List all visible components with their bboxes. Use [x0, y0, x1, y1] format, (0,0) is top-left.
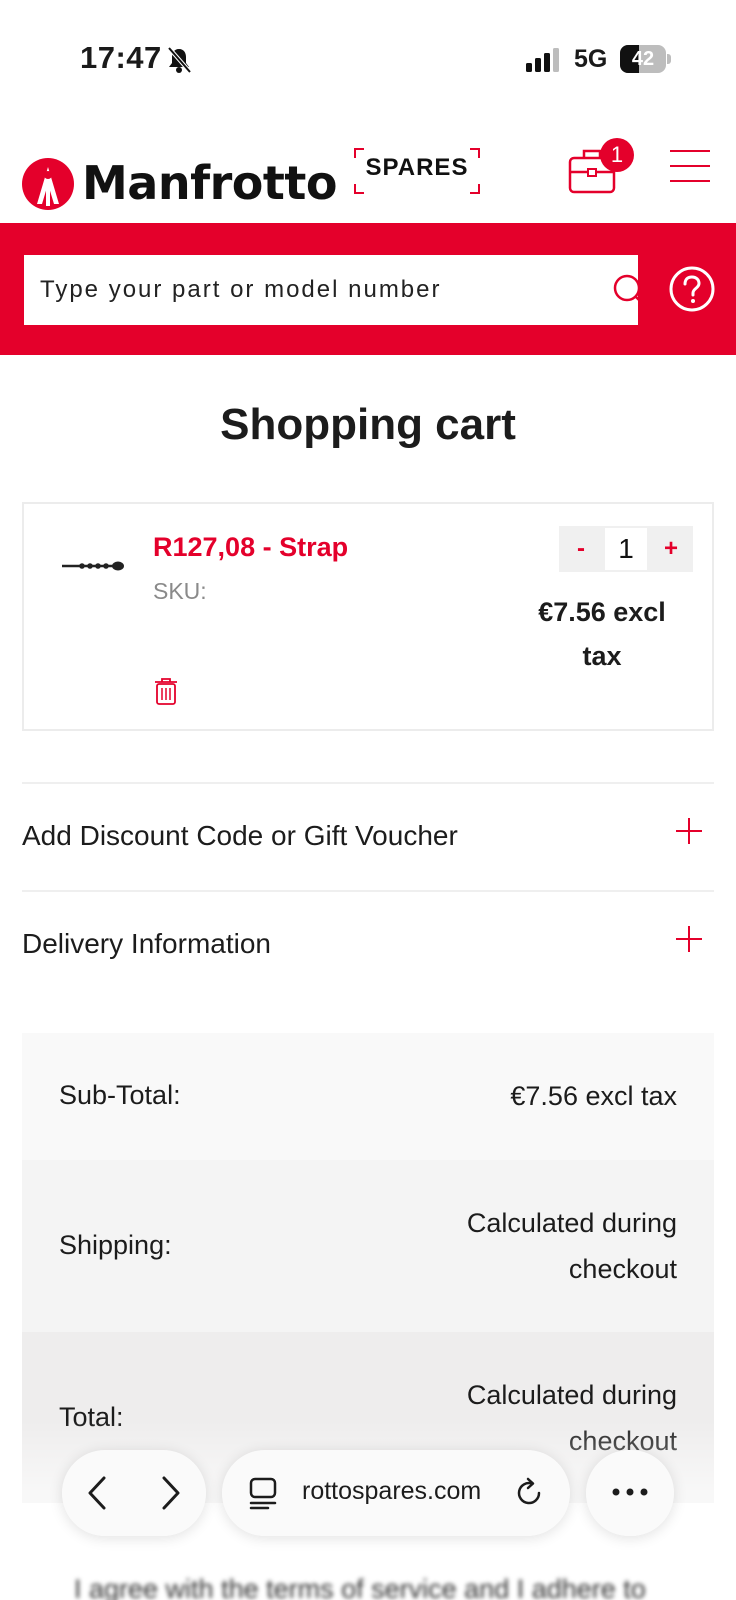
battery-icon: 42 — [620, 45, 671, 73]
browser-nav-controls — [62, 1450, 206, 1536]
page-title: Shopping cart — [220, 400, 516, 449]
search-field — [24, 255, 649, 325]
reload-icon[interactable] — [512, 1476, 546, 1510]
forward-arrow-icon[interactable] — [152, 1474, 188, 1512]
status-bar: 17:47 5G 42 — [0, 0, 736, 120]
item-price-line1: €7.56 excl — [538, 597, 666, 627]
subtotal-value: €7.56 excl tax — [510, 1081, 677, 1111]
quantity-decrease-button[interactable]: - — [559, 526, 603, 572]
url-text[interactable]: rottospares.com — [302, 1477, 512, 1506]
more-button[interactable] — [586, 1450, 674, 1536]
search-icon[interactable] — [610, 271, 650, 311]
back-arrow-icon[interactable] — [80, 1474, 116, 1512]
quantity-value[interactable]: 1 — [605, 528, 647, 570]
logo-text[interactable]: Manfrotto — [82, 156, 337, 210]
cart-item: R127,08 - Strap SKU: - 1 + €7.56 excl ta… — [22, 502, 714, 731]
search-input[interactable] — [24, 255, 584, 325]
quantity-increase-button[interactable]: + — [649, 526, 693, 572]
address-bar[interactable]: rottospares.com — [222, 1450, 570, 1536]
discount-accordion[interactable]: Add Discount Code or Gift Voucher — [22, 782, 714, 888]
menu-icon — [670, 150, 710, 152]
plus-icon[interactable] — [676, 818, 702, 844]
site-header: Manfrotto SPARES 1 — [0, 130, 736, 223]
menu-button[interactable] — [670, 150, 712, 184]
battery-percent: 42 — [631, 48, 655, 70]
item-price: €7.56 excl tax — [512, 590, 692, 678]
more-icon — [612, 1488, 648, 1496]
item-name-link[interactable]: R127,08 - Strap — [153, 532, 348, 563]
spares-label: SPARES — [365, 154, 469, 181]
delivery-accordion[interactable]: Delivery Information — [22, 890, 714, 996]
shipping-value-line1: Calculated during — [466, 1208, 677, 1238]
total-value-line1: Calculated during — [466, 1380, 677, 1410]
quantity-stepper: - 1 + — [559, 526, 693, 572]
plus-icon[interactable] — [676, 926, 702, 952]
shipping-value: Calculated during checkout — [377, 1200, 677, 1292]
signal-icon — [526, 48, 559, 72]
search-band — [0, 223, 736, 355]
strap-thumbnail[interactable] — [60, 556, 126, 576]
tripod-logo-icon[interactable] — [22, 158, 74, 210]
cart-count-badge: 1 — [600, 138, 634, 172]
trash-icon[interactable] — [152, 676, 180, 706]
item-sku: SKU: — [153, 578, 207, 604]
subtotal-row: Sub-Total: €7.56 excl tax — [22, 1033, 714, 1160]
tabs-icon[interactable] — [248, 1476, 278, 1510]
shipping-label: Shipping: — [59, 1230, 172, 1260]
shipping-row: Shipping: Calculated during checkout — [22, 1160, 714, 1332]
network-label: 5G — [574, 45, 608, 73]
status-time: 17:47 — [80, 40, 162, 75]
terms-agreement-text[interactable]: I agree with the terms of service and I … — [74, 1574, 646, 1600]
subtotal-label: Sub-Total: — [59, 1080, 181, 1110]
delivery-accordion-label: Delivery Information — [22, 928, 271, 959]
item-price-line2: tax — [582, 641, 622, 671]
help-icon[interactable] — [668, 265, 716, 313]
shipping-value-line2: checkout — [568, 1254, 677, 1284]
bell-muted-icon — [167, 46, 192, 74]
spares-logo[interactable]: SPARES — [354, 148, 480, 194]
discount-accordion-label: Add Discount Code or Gift Voucher — [22, 820, 458, 851]
